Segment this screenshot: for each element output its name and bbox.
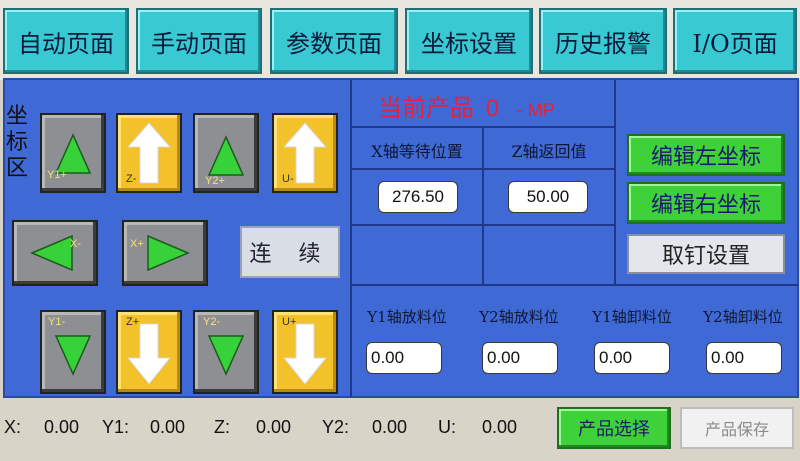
tab-coordinate-settings[interactable]: 坐标设置 [405,8,533,74]
y1-unload-position-header: Y1轴卸料位 [592,308,672,326]
y2-place-position-field[interactable]: 0.00 [482,342,558,374]
jog-label: X+ [130,238,144,250]
product-select-button[interactable]: 产品选择 [557,407,671,449]
x-wait-header: X轴等待位置 [371,142,463,161]
jog-y2-minus-button[interactable]: Y2- [193,310,259,394]
status-z-value: 0.00 [256,417,292,437]
status-x-value: 0.00 [44,417,80,437]
status-y1-value: 0.00 [150,417,186,437]
table-divider [352,284,798,286]
edit-right-coordinate-button[interactable]: 编辑右坐标 [627,182,785,224]
current-product-display: 当前产品 0 - MP [378,88,618,122]
jog-label: U- [282,173,294,185]
status-y2-value: 0.00 [372,417,408,437]
jog-label: Z- [126,173,137,185]
y1-unload-position-field[interactable]: 0.00 [594,342,670,374]
pick-nail-setting-button[interactable]: 取钉设置 [627,234,785,274]
z-return-value-field[interactable]: 50.00 [508,181,588,213]
current-product-suffix: - MP [516,100,555,120]
jog-label: Y1- [48,316,66,328]
jog-u-minus-button[interactable]: U- [272,113,338,193]
jog-x-minus-button[interactable]: X- [12,220,98,286]
triangle-right-icon [147,234,190,272]
tab-manual-page[interactable]: 手动页面 [136,8,262,74]
status-y1-label: Y1: [102,417,130,437]
jog-x-plus-button[interactable]: X+ [122,220,208,286]
tab-io-page[interactable]: I/O页面 [673,8,797,74]
jog-y1-minus-button[interactable]: Y1- [40,310,106,394]
status-u-label: U: [438,417,456,437]
current-product-number: 0 [485,95,499,122]
jog-label: Y2+ [205,175,225,187]
coordinate-area-title: 坐标区 [6,104,29,181]
y1-place-position-header: Y1轴放料位 [367,308,447,326]
current-product-label: 当前产品 [378,94,474,122]
y2-place-position-header: Y2轴放料位 [479,308,559,326]
jog-u-plus-button[interactable]: U+ [272,310,338,394]
status-x-label: X: [4,417,22,437]
status-y2-label: Y2: [322,417,350,437]
x-wait-position-field[interactable]: 276.50 [378,181,458,213]
tab-alarm-history[interactable]: 历史报警 [539,8,667,74]
jog-y1-plus-button[interactable]: Y1+ [40,113,106,193]
continuous-button[interactable]: 连 续 [240,226,340,278]
jog-z-minus-button[interactable]: Z- [116,113,182,193]
y2-unload-position-field[interactable]: 0.00 [706,342,782,374]
status-u-value: 0.00 [482,417,518,437]
z-return-header: Z轴返回值 [511,142,587,161]
edit-left-coordinate-button[interactable]: 编辑左坐标 [627,134,785,176]
jog-label: U+ [282,316,297,328]
table-divider [352,224,614,226]
jog-label: Y1+ [47,169,67,181]
status-z-label: Z: [214,417,230,437]
table-divider [614,80,616,284]
table-divider [352,168,614,170]
jog-y2-plus-button[interactable]: Y2+ [193,113,259,193]
triangle-left-icon [30,234,73,272]
y2-unload-position-header: Y2轴卸料位 [703,308,783,326]
tab-parameter-page[interactable]: 参数页面 [270,8,398,74]
product-save-button[interactable]: 产品保存 [680,407,794,449]
jog-label: Z+ [126,316,140,328]
tab-auto-page[interactable]: 自动页面 [3,8,129,74]
y1-place-position-field[interactable]: 0.00 [366,342,442,374]
jog-label: X- [70,238,81,250]
jog-label: Y2- [203,316,221,328]
jog-z-plus-button[interactable]: Z+ [116,310,182,394]
